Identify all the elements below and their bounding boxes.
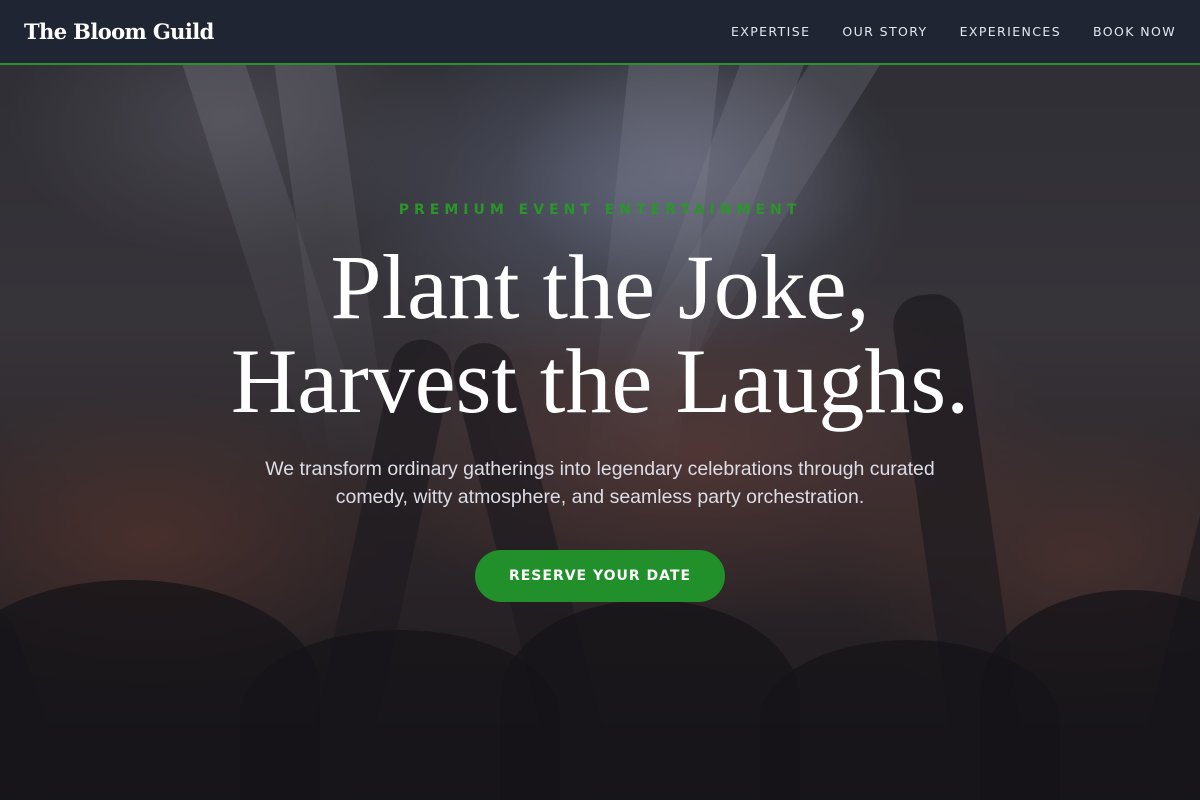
nav-item-our-story: OUR STORY — [842, 23, 927, 41]
brand-logo[interactable]: The Bloom Guild — [24, 19, 214, 44]
nav-link-our-story[interactable]: OUR STORY — [842, 24, 927, 39]
reserve-date-button[interactable]: RESERVE YOUR DATE — [475, 550, 725, 602]
hero-subtext: We transform ordinary gatherings into le… — [265, 458, 935, 508]
hero-eyebrow: PREMIUM EVENT ENTERTAINMENT — [398, 202, 802, 218]
nav-item-expertise: EXPERTISE — [731, 23, 810, 41]
nav-item-experiences: EXPERIENCES — [960, 23, 1061, 41]
hero-headline: Plant the Joke, Harvest the Laughs. — [0, 240, 1200, 428]
hero-headline-line1: Plant the Joke, — [330, 236, 870, 338]
nav-link-experiences[interactable]: EXPERIENCES — [960, 24, 1061, 39]
nav-link-book-now[interactable]: BOOK NOW — [1093, 24, 1176, 39]
nav-links: EXPERTISE OUR STORY EXPERIENCES BOOK NOW — [731, 23, 1176, 41]
navbar: The Bloom Guild EXPERTISE OUR STORY EXPE… — [0, 0, 1200, 65]
hero-headline-line2: Harvest the Laughs. — [230, 330, 970, 432]
hero-section: PREMIUM EVENT ENTERTAINMENT Plant the Jo… — [0, 0, 1200, 800]
nav-link-expertise[interactable]: EXPERTISE — [731, 24, 810, 39]
nav-item-book-now: BOOK NOW — [1093, 23, 1176, 41]
